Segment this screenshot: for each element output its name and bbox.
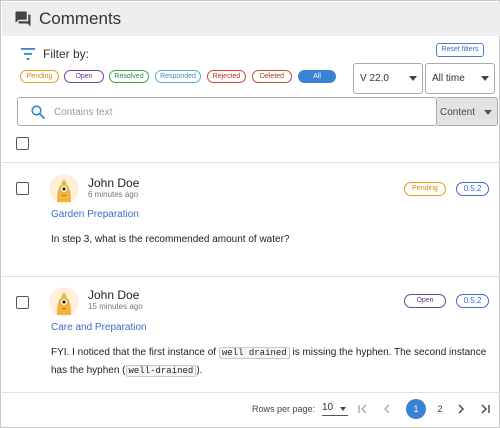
rows-per-page-label: Rows per page:	[252, 404, 316, 414]
page-title: Comments	[39, 9, 122, 28]
page-button-1[interactable]: 1	[406, 399, 426, 419]
previous-page-icon[interactable]	[381, 403, 393, 415]
comment-author: John Doe	[88, 176, 140, 190]
avatar	[49, 174, 79, 204]
filter-chip-all[interactable]: All	[298, 70, 336, 83]
comment-body-text: FYI. I noticed that the first instance o…	[51, 347, 219, 358]
search-scope-value: Content	[440, 107, 476, 118]
avatar	[49, 287, 79, 317]
filter-chip-deleted[interactable]: Deleted	[252, 70, 292, 83]
comment-body-text: ).	[196, 365, 203, 376]
chevron-down-icon	[409, 76, 417, 81]
select-all-checkbox[interactable]	[16, 137, 29, 150]
first-page-icon[interactable]	[357, 403, 369, 415]
search-input[interactable]	[54, 103, 424, 121]
time-range-select-value: All time	[432, 73, 465, 84]
page-button-2[interactable]: 2	[430, 399, 450, 419]
version-select-value: V 22.0	[360, 73, 389, 84]
chevron-down-icon	[481, 76, 489, 81]
rows-per-page-value: 10	[322, 402, 334, 413]
search-box	[17, 97, 437, 126]
comment-checkbox[interactable]	[16, 182, 29, 195]
filter-chip-open[interactable]: Open	[64, 70, 104, 83]
divider	[2, 162, 500, 163]
filter-chip-responded[interactable]: Responded	[155, 70, 201, 83]
last-page-icon[interactable]	[479, 403, 491, 415]
next-page-icon[interactable]	[455, 403, 467, 415]
comment-author: John Doe	[88, 288, 140, 302]
comment-topic-link[interactable]: Care and Preparation	[51, 322, 147, 333]
avatar-monster-icon	[49, 174, 79, 204]
comments-icon	[15, 11, 31, 27]
divider	[2, 392, 500, 393]
filter-chip-resolved[interactable]: Resolved	[109, 70, 149, 83]
filter-chip-pending[interactable]: Pending	[20, 70, 59, 83]
filter-chip-rejected[interactable]: Rejected	[207, 70, 246, 83]
inline-code: well drained	[218, 347, 290, 359]
version-badge: 0.5.2	[456, 182, 489, 196]
inline-code: well-drained	[125, 365, 197, 377]
search-icon	[31, 105, 45, 119]
rows-per-page-select[interactable]: 10	[322, 402, 348, 416]
reset-filters-button[interactable]: Reset filters	[436, 43, 484, 57]
version-badge: 0.5.2	[456, 294, 489, 308]
search-scope-select[interactable]: Content	[437, 97, 498, 126]
comment-topic-link[interactable]: Garden Preparation	[51, 209, 139, 220]
chevron-down-icon	[340, 407, 346, 411]
filter-icon	[21, 48, 35, 60]
comment-body: FYI. I noticed that the first instance o…	[51, 344, 491, 380]
version-select[interactable]: V 22.0	[353, 63, 423, 94]
comments-panel: Comments Filter by: Reset filters Pendin…	[0, 0, 500, 428]
panel-header: Comments	[2, 2, 500, 36]
time-range-select[interactable]: All time	[425, 63, 495, 94]
divider	[2, 276, 500, 277]
comment-time: 6 minutes ago	[88, 190, 139, 199]
chevron-down-icon	[484, 110, 492, 115]
status-badge: Pending	[404, 182, 446, 196]
avatar-monster-icon	[49, 287, 79, 317]
status-badge: Open	[404, 294, 446, 308]
comment-checkbox[interactable]	[16, 296, 29, 309]
comment-body: In step 3, what is the recommended amoun…	[51, 234, 290, 245]
filter-label: Filter by:	[43, 47, 90, 61]
comment-time: 15 minutes ago	[88, 302, 143, 311]
